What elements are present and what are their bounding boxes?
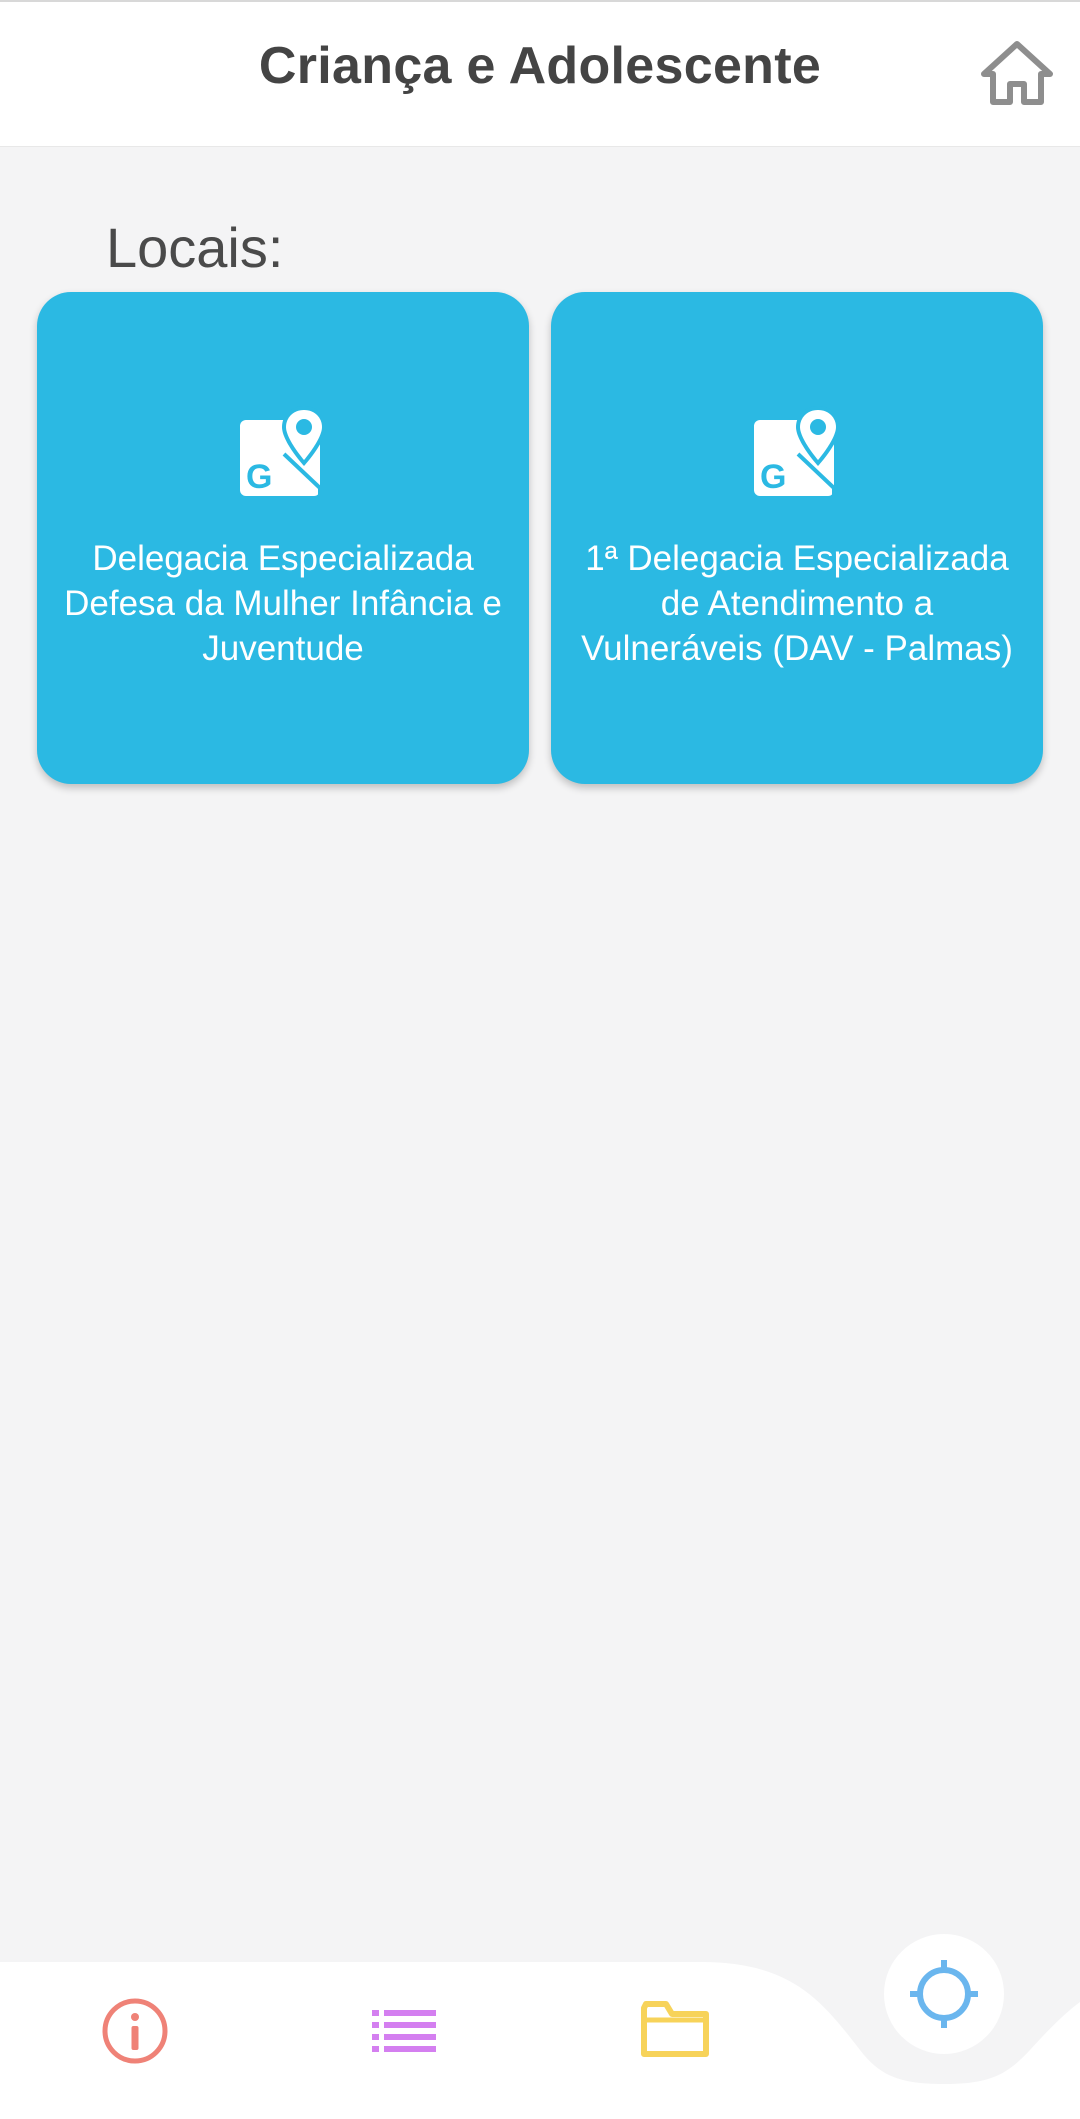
page-title: Criança e Adolescente (258, 37, 822, 95)
svg-text:G: G (246, 458, 272, 496)
app-header: Criança e Adolescente (0, 0, 1080, 147)
folder-button[interactable] (640, 2000, 710, 2058)
svg-text:G: G (760, 458, 786, 496)
home-button[interactable] (980, 40, 1054, 106)
info-icon (102, 1998, 168, 2064)
google-maps-icon: G (240, 405, 326, 496)
folder-icon (641, 2001, 709, 2057)
google-maps-icon: G (754, 405, 840, 496)
section-label: Locais: (106, 216, 284, 279)
list-icon (372, 2010, 436, 2052)
crosshair-icon (910, 1960, 978, 2028)
location-card-1[interactable]: G Delegacia Especializada Defesa da Mulh… (37, 292, 529, 784)
location-fab-button[interactable] (884, 1934, 1004, 2054)
location-card-label: 1ª Delegacia Especializada de Atendiment… (581, 538, 1013, 668)
list-button[interactable] (372, 2008, 436, 2052)
location-card-2[interactable]: G 1ª Delegacia Especializada de Atendime… (551, 292, 1043, 784)
home-icon (981, 41, 1053, 105)
location-card-label: Delegacia Especializada Defesa da Mulher… (64, 538, 502, 668)
info-button[interactable] (100, 1996, 170, 2066)
